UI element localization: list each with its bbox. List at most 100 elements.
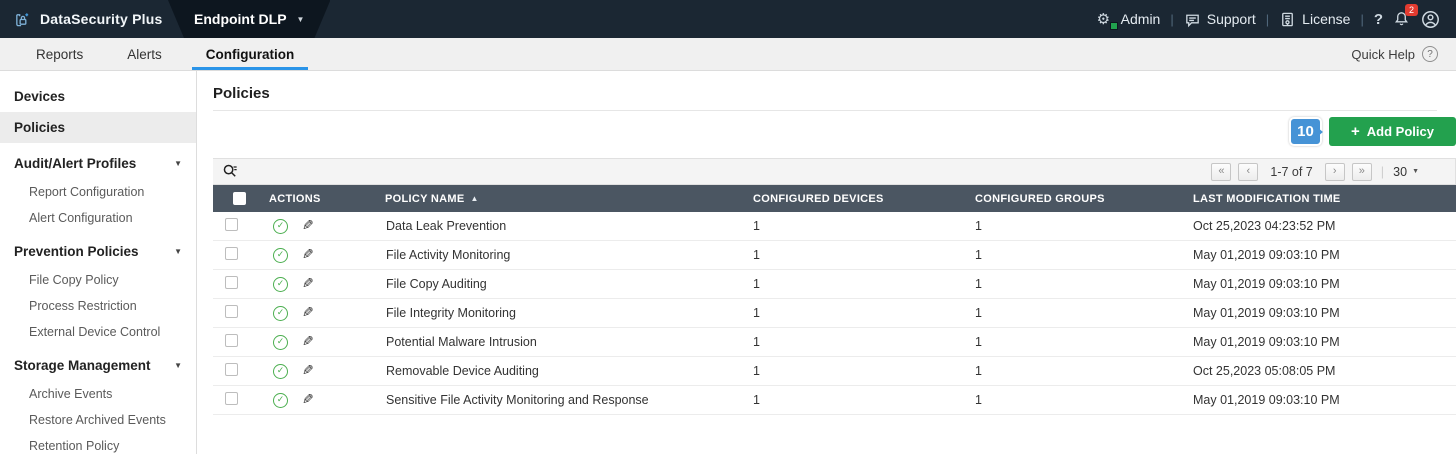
sidebar-item-label: Alert Configuration (29, 211, 133, 225)
configured-devices-value: 1 (753, 219, 760, 233)
col-header-label: POLICY NAME (385, 192, 465, 205)
select-all-checkbox[interactable] (233, 192, 246, 205)
prev-page-button[interactable]: ‹ (1238, 162, 1259, 181)
user-avatar-icon[interactable] (1421, 10, 1440, 29)
chevron-down-icon: ▼ (1412, 168, 1419, 175)
sidebar-item-label: Devices (14, 89, 66, 104)
edit-icon[interactable]: ✎ (302, 334, 314, 350)
status-enabled-icon[interactable]: ✓ (273, 247, 288, 263)
sidebar-item-process-restriction[interactable]: Process Restriction (0, 293, 196, 319)
brand-logo[interactable]: DataSecurity Plus (0, 11, 168, 28)
sidebar-item-retention-policy[interactable]: Retention Policy (0, 433, 196, 459)
tab-reports[interactable]: Reports (28, 38, 91, 70)
row-checkbox[interactable] (225, 276, 238, 289)
separator: | (1380, 164, 1385, 179)
configured-groups-value: 1 (975, 364, 982, 378)
sidebar-item-external-device-control[interactable]: External Device Control (0, 319, 196, 345)
table-row: ✓ ✎ Sensitive File Activity Monitoring a… (213, 386, 1456, 415)
table-row: ✓ ✎ File Activity Monitoring 1 1 May 01,… (213, 241, 1456, 270)
status-enabled-icon[interactable]: ✓ (273, 334, 288, 350)
policy-name[interactable]: File Activity Monitoring (377, 248, 745, 262)
help-icon[interactable]: ? (1374, 11, 1383, 28)
sidebar-item-file-copy-policy[interactable]: File Copy Policy (0, 267, 196, 293)
support-link[interactable]: Support (1184, 11, 1256, 28)
row-checkbox[interactable] (225, 334, 238, 347)
row-checkbox[interactable] (225, 218, 238, 231)
admin-label: Admin (1120, 11, 1161, 27)
status-enabled-icon[interactable]: ✓ (273, 218, 288, 234)
add-policy-label: Add Policy (1366, 124, 1434, 139)
policy-name[interactable]: Removable Device Auditing (377, 364, 745, 378)
col-header-configured-devices[interactable]: CONFIGURED DEVICES (745, 193, 967, 205)
row-checkbox[interactable] (225, 392, 238, 405)
sidebar-item-archive-events[interactable]: Archive Events (0, 381, 196, 407)
tab-label: Configuration (205, 46, 295, 62)
policy-name[interactable]: File Integrity Monitoring (377, 306, 745, 320)
edit-icon[interactable]: ✎ (302, 392, 314, 408)
row-checkbox[interactable] (225, 363, 238, 376)
sidebar-item-label: File Copy Policy (29, 273, 119, 287)
sidebar-item-label: Audit/Alert Profiles (14, 156, 137, 171)
col-header-actions[interactable]: ACTIONS (261, 193, 377, 205)
notifications-button[interactable]: 2 (1393, 4, 1418, 28)
row-checkbox[interactable] (225, 305, 238, 318)
policy-name[interactable]: File Copy Auditing (377, 277, 745, 291)
edit-icon[interactable]: ✎ (302, 218, 314, 234)
brand-name: DataSecurity Plus (40, 11, 163, 27)
add-policy-button[interactable]: + Add Policy (1329, 117, 1456, 146)
last-page-button[interactable]: » (1351, 162, 1372, 181)
status-enabled-icon[interactable]: ✓ (273, 276, 288, 292)
configured-devices-value: 1 (753, 248, 760, 262)
configured-groups-value: 1 (975, 277, 982, 291)
policy-name[interactable]: Data Leak Prevention (377, 219, 745, 233)
status-enabled-icon[interactable]: ✓ (273, 305, 288, 321)
sidebar-item-policies[interactable]: Policies (0, 112, 196, 143)
sidebar-item-devices[interactable]: Devices (0, 81, 196, 112)
page-size-dropdown[interactable]: 30 ▼ (1393, 165, 1419, 179)
sidebar-group-audit-alert-profiles[interactable]: Audit/Alert Profiles ▼ (0, 148, 196, 179)
next-page-button[interactable]: › (1324, 162, 1345, 181)
configured-devices-value: 1 (753, 364, 760, 378)
edit-icon[interactable]: ✎ (302, 276, 314, 292)
col-header-configured-groups[interactable]: CONFIGURED GROUPS (967, 193, 1185, 205)
sidebar-item-restore-archived-events[interactable]: Restore Archived Events (0, 407, 196, 433)
sidebar-group-storage-management[interactable]: Storage Management ▼ (0, 350, 196, 381)
license-doc-icon (1279, 11, 1296, 28)
license-link[interactable]: License (1279, 11, 1350, 28)
pagination-range: 1-7 of 7 (1270, 164, 1313, 179)
quick-help-button[interactable]: Quick Help ? (1351, 38, 1456, 70)
search-icon[interactable] (222, 163, 239, 180)
col-header-last-modification-time[interactable]: LAST MODIFICATION TIME (1185, 193, 1456, 205)
configured-devices-value: 1 (753, 277, 760, 291)
support-label: Support (1206, 11, 1256, 27)
divider (213, 110, 1437, 111)
policy-name[interactable]: Potential Malware Intrusion (377, 335, 745, 349)
table-row: ✓ ✎ Potential Malware Intrusion 1 1 May … (213, 328, 1456, 357)
row-checkbox[interactable] (225, 247, 238, 260)
last-modification-time: Oct 25,2023 05:08:05 PM (1193, 364, 1336, 378)
admin-link[interactable]: ⚙ Admin (1097, 10, 1161, 30)
sidebar-item-label: Prevention Policies (14, 244, 139, 259)
status-enabled-icon[interactable]: ✓ (273, 392, 288, 408)
annotation-badge: 10 (1289, 117, 1323, 146)
edit-icon[interactable]: ✎ (302, 363, 314, 379)
sidebar-item-label: Policies (14, 120, 66, 135)
sort-asc-icon: ▲ (470, 194, 479, 203)
plus-icon: + (1351, 123, 1360, 140)
first-page-button[interactable]: « (1211, 162, 1232, 181)
tab-alerts[interactable]: Alerts (119, 38, 170, 70)
chevron-down-icon: ▼ (174, 361, 182, 370)
policy-name[interactable]: Sensitive File Activity Monitoring and R… (377, 393, 745, 407)
last-modification-time: May 01,2019 09:03:10 PM (1193, 248, 1340, 262)
product-switcher[interactable]: Endpoint DLP ▼ (168, 0, 330, 38)
edit-icon[interactable]: ✎ (302, 305, 314, 321)
last-modification-time: Oct 25,2023 04:23:52 PM (1193, 219, 1336, 233)
configured-devices-value: 1 (753, 393, 760, 407)
col-header-policy-name[interactable]: POLICY NAME ▲ (377, 193, 745, 205)
edit-icon[interactable]: ✎ (302, 247, 314, 263)
sidebar-item-report-configuration[interactable]: Report Configuration (0, 179, 196, 205)
status-enabled-icon[interactable]: ✓ (273, 363, 288, 379)
sidebar-group-prevention-policies[interactable]: Prevention Policies ▼ (0, 236, 196, 267)
sidebar-item-alert-configuration[interactable]: Alert Configuration (0, 205, 196, 231)
tab-configuration[interactable]: Configuration (191, 38, 309, 70)
